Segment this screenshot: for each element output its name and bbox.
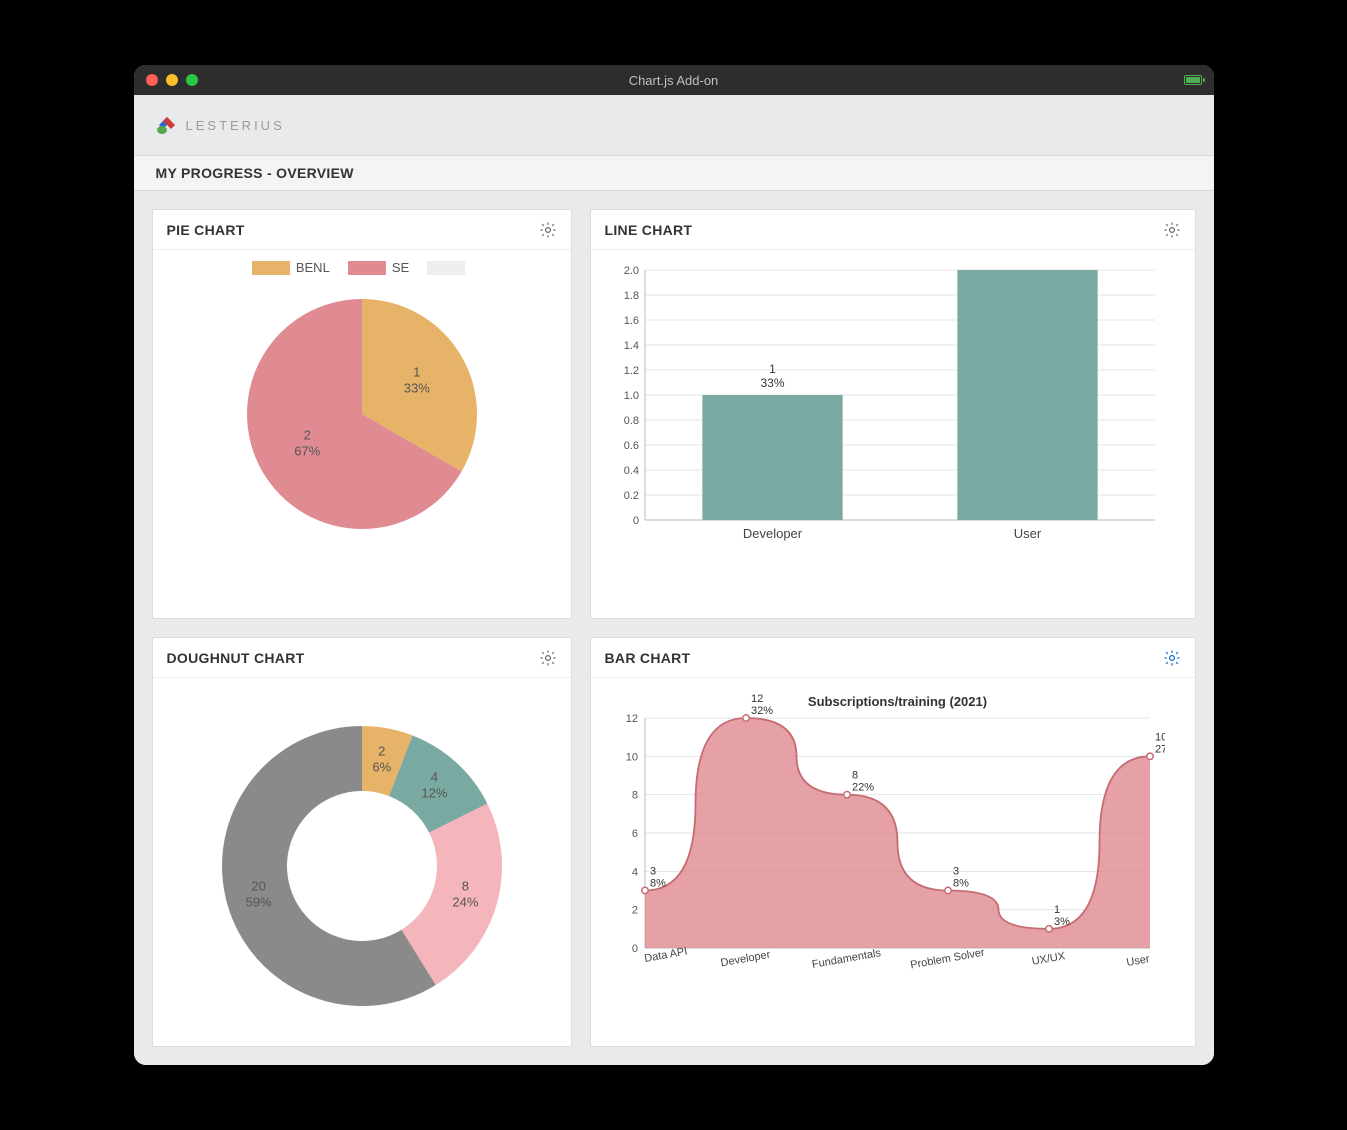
app-window: Chart.js Add-on LESTERIUS MY PROGRESS - … [134,65,1214,1065]
gear-icon[interactable] [1163,221,1181,239]
svg-text:1: 1 [1054,904,1060,916]
svg-text:8%: 8% [953,878,969,890]
card-bar-body: Subscriptions/training (2021)02468101238… [591,678,1195,1046]
svg-text:User: User [1013,526,1041,541]
chart-grid: PIE CHART BENL SE [134,191,1214,1065]
legend-label: SE [392,260,409,275]
line-chart: 0 0.2 0.4 0.6 0.8 1.0 1.2 1.4 1.6 1.8 2.0 133% Devel… [605,260,1165,550]
page-title-bar: MY PROGRESS - OVERVIEW [134,155,1214,191]
brand-logo: LESTERIUS [156,114,285,136]
svg-text:3: 3 [953,866,959,878]
card-pie: PIE CHART BENL SE [152,209,572,619]
brand-logo-icon [156,114,178,136]
svg-text:1.2: 1.2 [623,365,638,377]
svg-text:Subscriptions/training (2021): Subscriptions/training (2021) [807,694,986,709]
svg-text:Developer: Developer [742,526,802,541]
svg-text:2: 2 [378,743,385,758]
pie-legend: BENL SE [167,260,557,275]
legend-swatch-icon [427,261,465,275]
svg-text:4: 4 [631,866,637,878]
gear-icon[interactable] [539,649,557,667]
svg-text:22%: 22% [852,782,874,794]
svg-text:8: 8 [852,770,858,782]
svg-text:0: 0 [632,515,638,527]
svg-text:2: 2 [303,428,310,443]
svg-text:UX/UX: UX/UX [1030,950,1066,968]
svg-text:10: 10 [625,751,637,763]
window-title: Chart.js Add-on [134,73,1214,88]
svg-text:1: 1 [413,364,420,379]
window-titlebar: Chart.js Add-on [134,65,1214,95]
svg-text:3: 3 [650,866,656,878]
brand-name: LESTERIUS [186,118,285,133]
svg-text:6: 6 [631,828,637,840]
card-pie-body: BENL SE 133% 267% [153,250,571,618]
svg-text:32%: 32% [751,705,773,717]
svg-text:0.4: 0.4 [623,465,638,477]
svg-text:2.0: 2.0 [623,265,638,277]
card-line: LINE CHART 0 0.2 0.4 0.6 0.8 1.0 1.2 1.4 1.6 1.8 2… [590,209,1196,619]
svg-text:3%: 3% [1054,916,1070,928]
svg-text:Data API: Data API [643,946,688,965]
page-title: MY PROGRESS - OVERVIEW [156,165,354,181]
pie-chart: 133% 267% [222,279,502,539]
svg-text:Problem Solver: Problem Solver [909,947,985,972]
svg-text:0.6: 0.6 [623,440,638,452]
svg-text:1.8: 1.8 [623,290,638,302]
legend-label: BENL [296,260,330,275]
gear-icon[interactable] [1163,649,1181,667]
svg-text:20: 20 [251,878,265,893]
svg-text:1.4: 1.4 [623,340,638,352]
svg-text:10: 10 [1155,731,1165,743]
legend-item-benl[interactable]: BENL [252,260,330,275]
card-bar-header: BAR CHART [591,638,1195,678]
svg-text:12: 12 [751,693,763,705]
svg-text:12: 12 [625,713,637,725]
card-bar: BAR CHART Subscriptions/training (2021) 0… [590,637,1196,1047]
gear-icon[interactable] [539,221,557,239]
svg-text:8%: 8% [650,878,666,890]
card-line-body: 0 0.2 0.4 0.6 0.8 1.0 1.2 1.4 1.6 1.8 2.0 133% Devel… [591,250,1195,618]
svg-text:1.6: 1.6 [623,315,638,327]
svg-text:67%: 67% [294,444,320,459]
svg-text:0: 0 [631,943,637,955]
svg-text:2: 2 [631,905,637,917]
svg-text:0.8: 0.8 [623,415,638,427]
svg-text:Fundamentals: Fundamentals [811,947,882,971]
card-doughnut-title: DOUGHNUT CHART [167,650,305,666]
legend-item-blank[interactable] [427,261,471,275]
legend-swatch-icon [252,261,290,275]
card-doughnut: DOUGHNUT CHART 26% 412% 824% 2059% [152,637,572,1047]
legend-item-se[interactable]: SE [348,260,409,275]
svg-text:8: 8 [461,878,468,893]
svg-text:8: 8 [631,790,637,802]
svg-text:33%: 33% [760,376,784,390]
svg-text:0.2: 0.2 [623,490,638,502]
svg-text:1.0: 1.0 [623,390,638,402]
svg-text:27%: 27% [1155,743,1165,755]
card-doughnut-body: 26% 412% 824% 2059% [153,678,571,1046]
doughnut-chart: 26% 412% 824% 2059% [192,701,532,1021]
svg-text:Developer: Developer [719,949,771,970]
svg-text:12%: 12% [421,786,447,801]
card-doughnut-header: DOUGHNUT CHART [153,638,571,678]
card-line-title: LINE CHART [605,222,693,238]
svg-text:1: 1 [769,362,776,376]
svg-text:24%: 24% [452,894,478,909]
svg-text:4: 4 [430,770,437,785]
svg-text:59%: 59% [245,894,271,909]
bar-chart: Subscriptions/training (2021)02468101238… [605,688,1165,1008]
card-pie-title: PIE CHART [167,222,245,238]
svg-text:User: User [1125,953,1150,969]
card-line-header: LINE CHART [591,210,1195,250]
battery-icon [1184,75,1202,85]
legend-swatch-icon [348,261,386,275]
brand-bar: LESTERIUS [134,95,1214,155]
svg-text:6%: 6% [372,759,391,774]
card-bar-title: BAR CHART [605,650,691,666]
svg-text:33%: 33% [403,380,429,395]
card-pie-header: PIE CHART [153,210,571,250]
